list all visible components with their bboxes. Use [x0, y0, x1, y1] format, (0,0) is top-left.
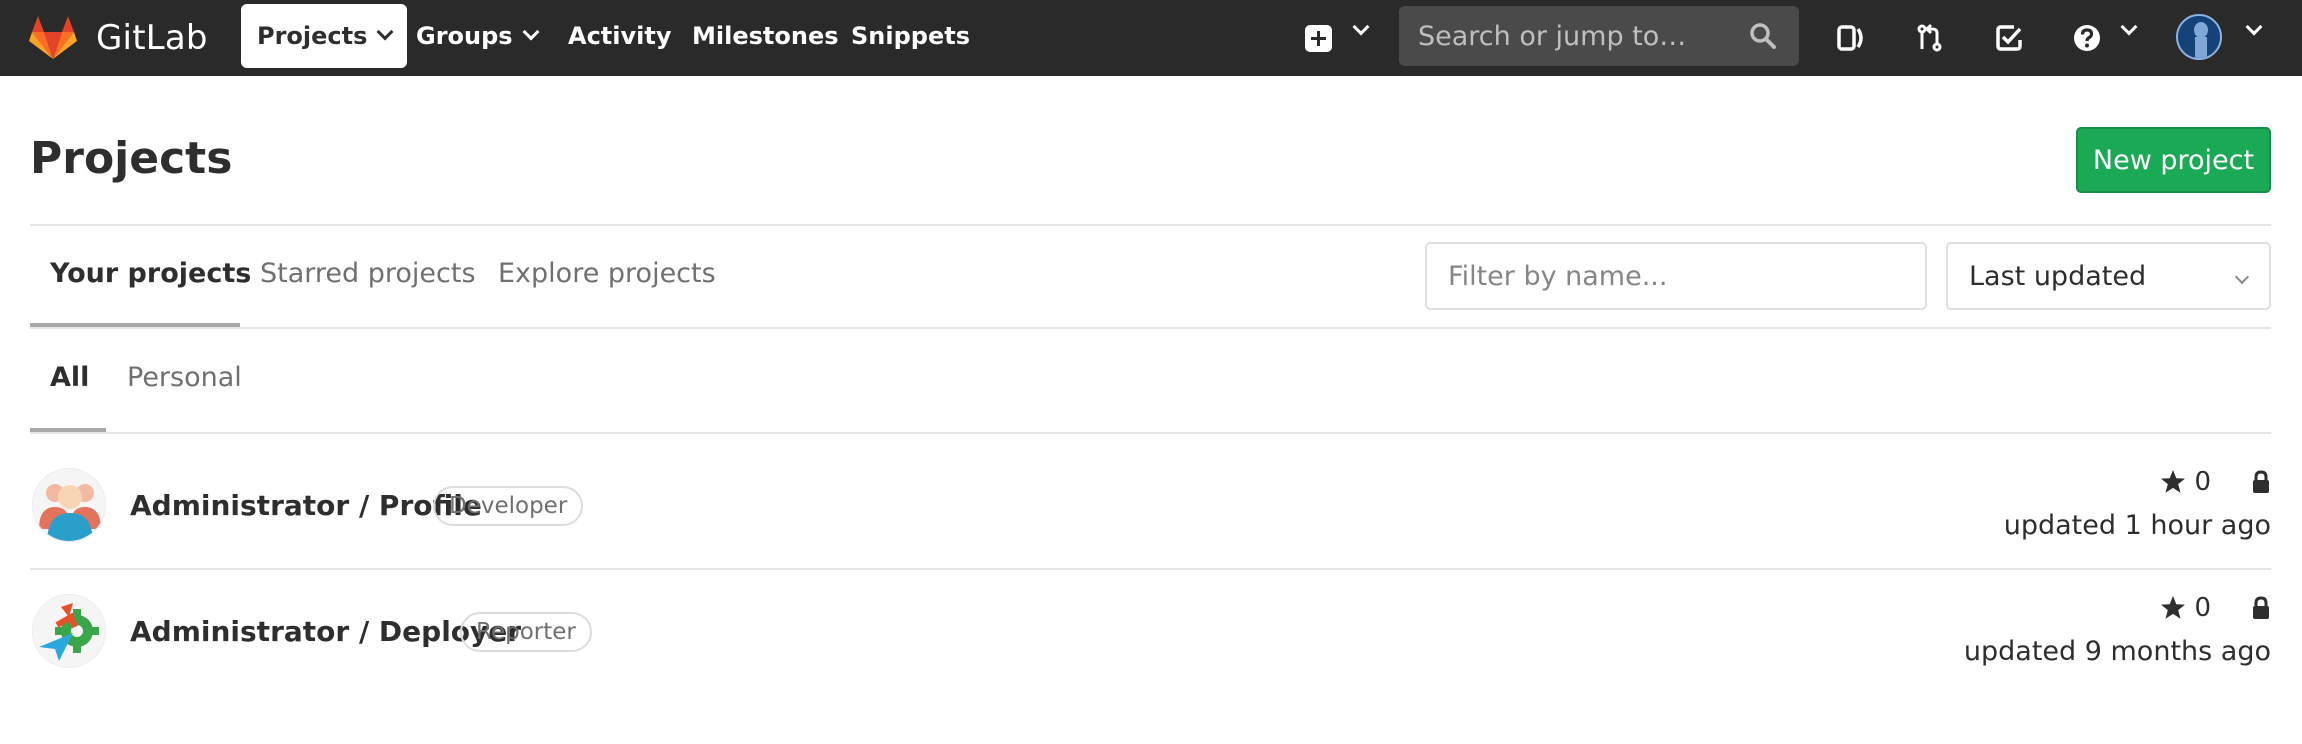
project-stats: 0 — [2160, 593, 2271, 623]
user-avatar[interactable] — [2176, 14, 2222, 60]
star-count: 0 — [2194, 467, 2211, 497]
sort-selected-value: Last updated — [1969, 260, 2147, 292]
brand-name: GitLab — [96, 18, 208, 58]
help-dropdown[interactable] — [2067, 18, 2107, 58]
nav-projects-label: Projects — [257, 22, 368, 50]
nav-milestones-label: Milestones — [692, 22, 839, 50]
gitlab-logo-icon — [29, 16, 77, 59]
role-badge: Reporter — [460, 612, 592, 652]
star-count: 0 — [2194, 593, 2211, 623]
todos-link[interactable] — [1989, 18, 2029, 58]
subtab-personal[interactable]: Personal — [127, 362, 242, 393]
lock-icon — [2253, 596, 2269, 619]
nav-snippets-label: Snippets — [851, 22, 970, 50]
search-input[interactable]: Search or jump to… — [1399, 6, 1799, 66]
tab-starred-projects[interactable]: Starred projects — [260, 258, 476, 289]
merge-requests-link[interactable] — [1910, 18, 1950, 58]
gitlab-home-link[interactable]: GitLab — [29, 15, 208, 61]
filter-by-name-input[interactable]: Filter by name... — [1425, 242, 1927, 310]
subtab-all[interactable]: All — [50, 362, 89, 393]
chevron-down-icon — [376, 23, 394, 41]
divider — [30, 568, 2271, 570]
nav-milestones-link[interactable]: Milestones — [692, 4, 839, 68]
nav-snippets-link[interactable]: Snippets — [851, 4, 970, 68]
nav-groups-label: Groups — [416, 22, 513, 50]
nav-activity-label: Activity — [568, 22, 672, 50]
updated-time: updated 1 hour ago — [2003, 510, 2271, 541]
page-title: Projects — [30, 133, 233, 184]
issues-icon — [1837, 25, 1863, 51]
divider — [30, 224, 2271, 226]
search-placeholder: Search or jump to… — [1418, 20, 1687, 52]
search-icon — [1750, 23, 1776, 49]
nav-groups-dropdown[interactable]: Groups — [416, 4, 540, 68]
star-icon — [2161, 596, 2186, 619]
todos-check-icon — [1996, 25, 2022, 51]
updated-time: updated 9 months ago — [1963, 636, 2271, 667]
chevron-down-icon — [2234, 269, 2250, 285]
divider — [30, 432, 2271, 434]
project-stats: 0 — [2160, 467, 2271, 497]
plus-square-icon — [1305, 25, 1332, 52]
role-badge: Developer — [433, 486, 584, 526]
tab-explore-projects[interactable]: Explore projects — [498, 258, 716, 289]
chevron-down-icon — [2245, 18, 2263, 36]
user-avatar-image — [2178, 16, 2220, 58]
sort-dropdown[interactable]: Last updated — [1946, 242, 2271, 310]
chevron-down-icon — [2120, 18, 2138, 36]
chevron-down-icon — [1352, 18, 1370, 36]
project-avatar-image — [33, 469, 105, 541]
chevron-down-icon — [522, 23, 540, 41]
project-avatar[interactable] — [32, 594, 106, 668]
project-avatar[interactable] — [32, 468, 106, 542]
tab-your-projects[interactable]: Your projects — [50, 258, 251, 289]
top-navbar: GitLab Projects Groups Activity Mileston… — [0, 0, 2302, 76]
lock-icon — [2253, 470, 2269, 493]
divider — [30, 327, 2271, 329]
issues-link[interactable] — [1831, 18, 1871, 58]
nav-projects-dropdown[interactable]: Projects — [241, 4, 408, 68]
merge-request-icon — [1917, 23, 1942, 52]
question-circle-icon — [2074, 25, 2100, 51]
star-icon — [2161, 470, 2186, 493]
project-name-link[interactable]: Administrator / Profile — [130, 489, 482, 522]
new-project-button[interactable]: New project — [2076, 127, 2271, 193]
project-avatar-image — [33, 595, 105, 667]
nav-activity-link[interactable]: Activity — [568, 4, 672, 68]
